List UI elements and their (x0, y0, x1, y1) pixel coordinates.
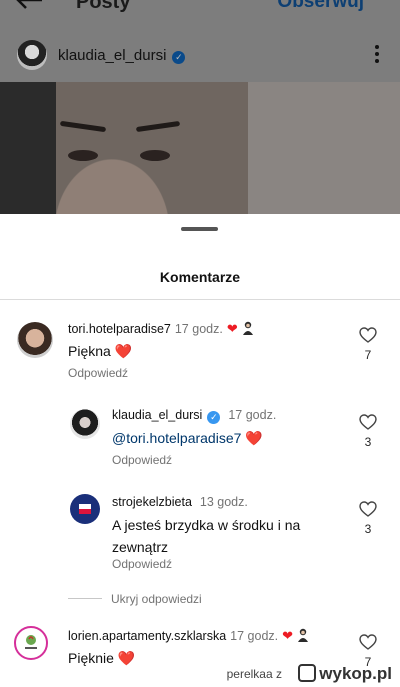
heart-outline-icon (359, 501, 377, 517)
more-options-icon[interactable] (374, 45, 380, 65)
comment-time: 13 godz. (199, 495, 248, 509)
commenter-avatar[interactable] (17, 322, 53, 358)
comment-header: tori.hotelparadise7 17 godz. ❤ (68, 321, 254, 337)
page-title: Posty (76, 0, 131, 13)
comment-header: klaudia_el_dursi ✓ 17 godz. (112, 408, 276, 424)
commenter-username[interactable]: lorien.apartamenty.szklarska (68, 629, 226, 643)
like-count: 3 (364, 522, 372, 536)
author-avatar[interactable] (17, 40, 47, 70)
heart-outline-icon (359, 634, 377, 650)
comment-text: Piękna ❤️ (68, 343, 133, 359)
person-emoji-icon (298, 628, 309, 642)
wykop-logo-icon (298, 664, 317, 682)
background-post-screen: Posty Obserwuj klaudia_el_dursi ✓ (0, 0, 400, 214)
person-emoji-icon (242, 321, 253, 335)
reply-button[interactable]: Odpowiedź (112, 557, 172, 571)
hide-replies-line (68, 598, 102, 599)
commenter-username[interactable]: tori.hotelparadise7 (68, 322, 171, 336)
watermark-logo: wykop.pl (298, 664, 392, 684)
author-username[interactable]: klaudia_el_dursi ✓ (58, 47, 186, 64)
comment-time: 17 godz. (230, 629, 279, 643)
drag-handle[interactable] (181, 227, 218, 231)
photo-detail (59, 120, 107, 133)
like-count: 7 (364, 348, 372, 362)
lorien-logo-icon (25, 635, 37, 649)
like-button[interactable] (358, 634, 378, 650)
commenter-avatar[interactable] (14, 626, 48, 660)
like-button[interactable] (358, 327, 378, 343)
like-count: 3 (364, 435, 372, 449)
follow-button[interactable]: Obserwuj (277, 0, 364, 13)
like-button[interactable] (358, 501, 378, 517)
post-author-row: klaudia_el_dursi ✓ (0, 28, 400, 82)
watermark-user: perelkaa z (226, 667, 282, 681)
flag-avatar-icon (79, 504, 91, 514)
divider (0, 299, 400, 300)
photo-detail (140, 150, 170, 161)
comment-text: Pięknie ❤️ (68, 650, 136, 666)
heart-emoji-icon: ❤ (282, 628, 294, 643)
commenter-username[interactable]: strojekelzbieta (112, 495, 192, 509)
post-photo[interactable] (0, 82, 400, 214)
hide-replies-button[interactable]: Ukryj odpowiedzi (111, 592, 202, 606)
back-arrow-icon[interactable] (14, 0, 44, 10)
photo-detail (68, 150, 98, 161)
commenter-avatar[interactable] (70, 409, 100, 439)
commenter-avatar[interactable] (70, 494, 100, 524)
heart-outline-icon (359, 414, 377, 430)
mention-link[interactable]: @tori.hotelparadise7 (112, 430, 241, 446)
verified-badge-icon: ✓ (172, 51, 186, 64)
comment-text: A jesteś brzydka w środku i na zewnątrz (112, 517, 301, 555)
comment-emoji: ❤️ (245, 430, 263, 446)
like-button[interactable] (358, 414, 378, 430)
reply-button[interactable]: Odpowiedź (68, 366, 128, 380)
commenter-username[interactable]: klaudia_el_dursi (112, 408, 202, 422)
comment-header: strojekelzbieta 13 godz. (112, 495, 248, 509)
sheet-title: Komentarze (159, 269, 241, 285)
top-bar: Posty Obserwuj (0, 0, 400, 28)
comments-sheet: Komentarze tori.hotelparadise7 17 godz. ❤ … (0, 214, 400, 687)
comment-header: lorien.apartamenty.szklarska 17 godz. ❤ (68, 628, 309, 644)
heart-outline-icon (359, 327, 377, 343)
heart-emoji-icon: ❤ (226, 321, 238, 336)
comment-time: 17 godz. (174, 322, 223, 336)
reply-button[interactable]: Odpowiedź (112, 453, 172, 467)
photo-detail (135, 120, 181, 133)
comment-text: @tori.hotelparadise7 ❤️ (112, 427, 263, 449)
verified-badge-icon: ✓ (207, 411, 221, 424)
comment-time: 17 godz. (228, 408, 277, 422)
